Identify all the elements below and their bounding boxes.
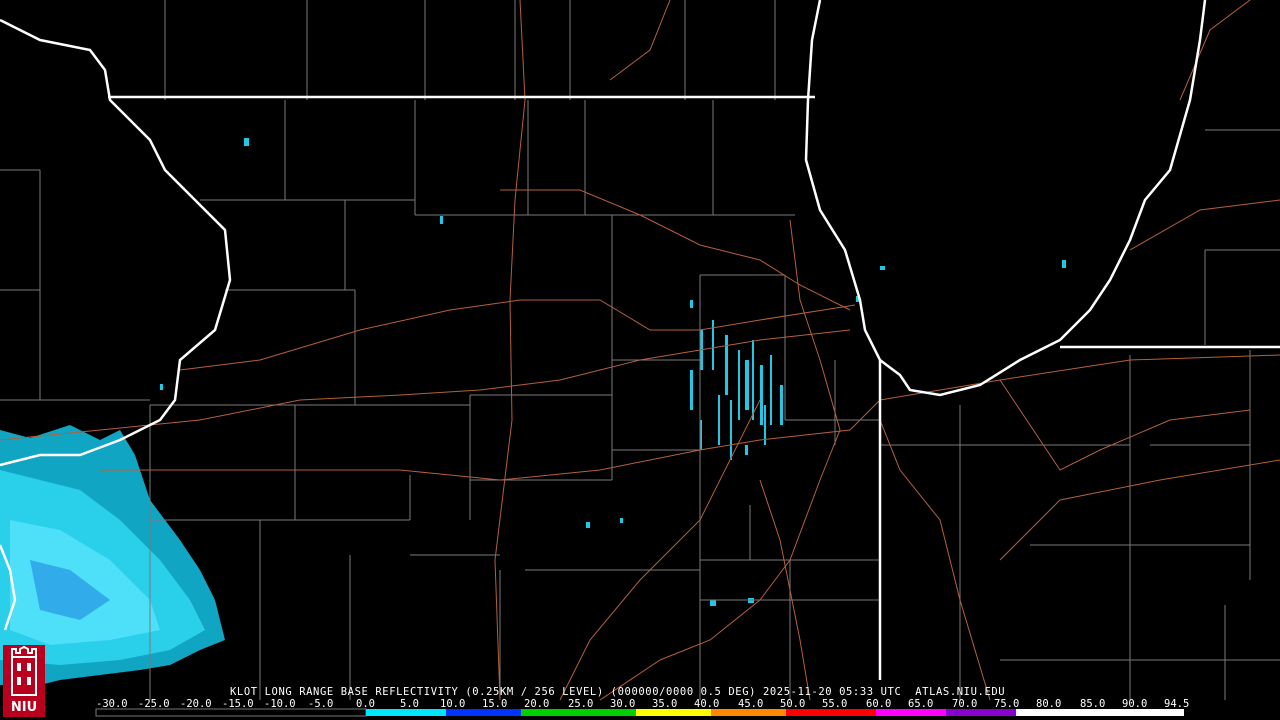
scale-label: 50.0 <box>780 698 806 710</box>
scale-label: 15.0 <box>482 698 508 710</box>
scale-label: -15.0 <box>222 698 254 710</box>
scale-label: 20.0 <box>524 698 550 710</box>
scale-label: 10.0 <box>440 698 466 710</box>
scale-label: 80.0 <box>1036 698 1062 710</box>
scale-label: -30.0 <box>96 698 128 710</box>
scale-label: 90.0 <box>1122 698 1148 710</box>
scale-label: 60.0 <box>866 698 892 710</box>
scale-label: 75.0 <box>994 698 1020 710</box>
reflectivity-color-bar <box>95 708 1184 717</box>
scale-label: 40.0 <box>694 698 720 710</box>
radar-map <box>0 0 1280 717</box>
logo-text: NIU <box>10 700 38 715</box>
scale-label: -10.0 <box>264 698 296 710</box>
scale-label: -5.0 <box>308 698 334 710</box>
scale-label: 35.0 <box>652 698 678 710</box>
scale-label: 94.5 <box>1164 698 1190 710</box>
scale-label: 85.0 <box>1080 698 1106 710</box>
scale-label: 45.0 <box>738 698 764 710</box>
scale-label: 25.0 <box>568 698 594 710</box>
niu-logo: NIU <box>3 645 45 717</box>
scale-label: 55.0 <box>822 698 848 710</box>
product-caption: KLOT LONG RANGE BASE REFLECTIVITY (0.25K… <box>230 686 1006 698</box>
scale-label: -20.0 <box>180 698 212 710</box>
scale-labels: -30.0 -25.0 -20.0 -15.0 -10.0 -5.0 0.0 5… <box>96 698 1196 710</box>
scale-label: 30.0 <box>610 698 636 710</box>
scale-label: 65.0 <box>908 698 934 710</box>
scale-label: -25.0 <box>138 698 170 710</box>
scale-label: 0.0 <box>356 698 375 710</box>
scale-label: 5.0 <box>400 698 419 710</box>
ground-clutter-echoes <box>160 138 1066 606</box>
scale-label: 70.0 <box>952 698 978 710</box>
tower-icon <box>11 645 37 696</box>
